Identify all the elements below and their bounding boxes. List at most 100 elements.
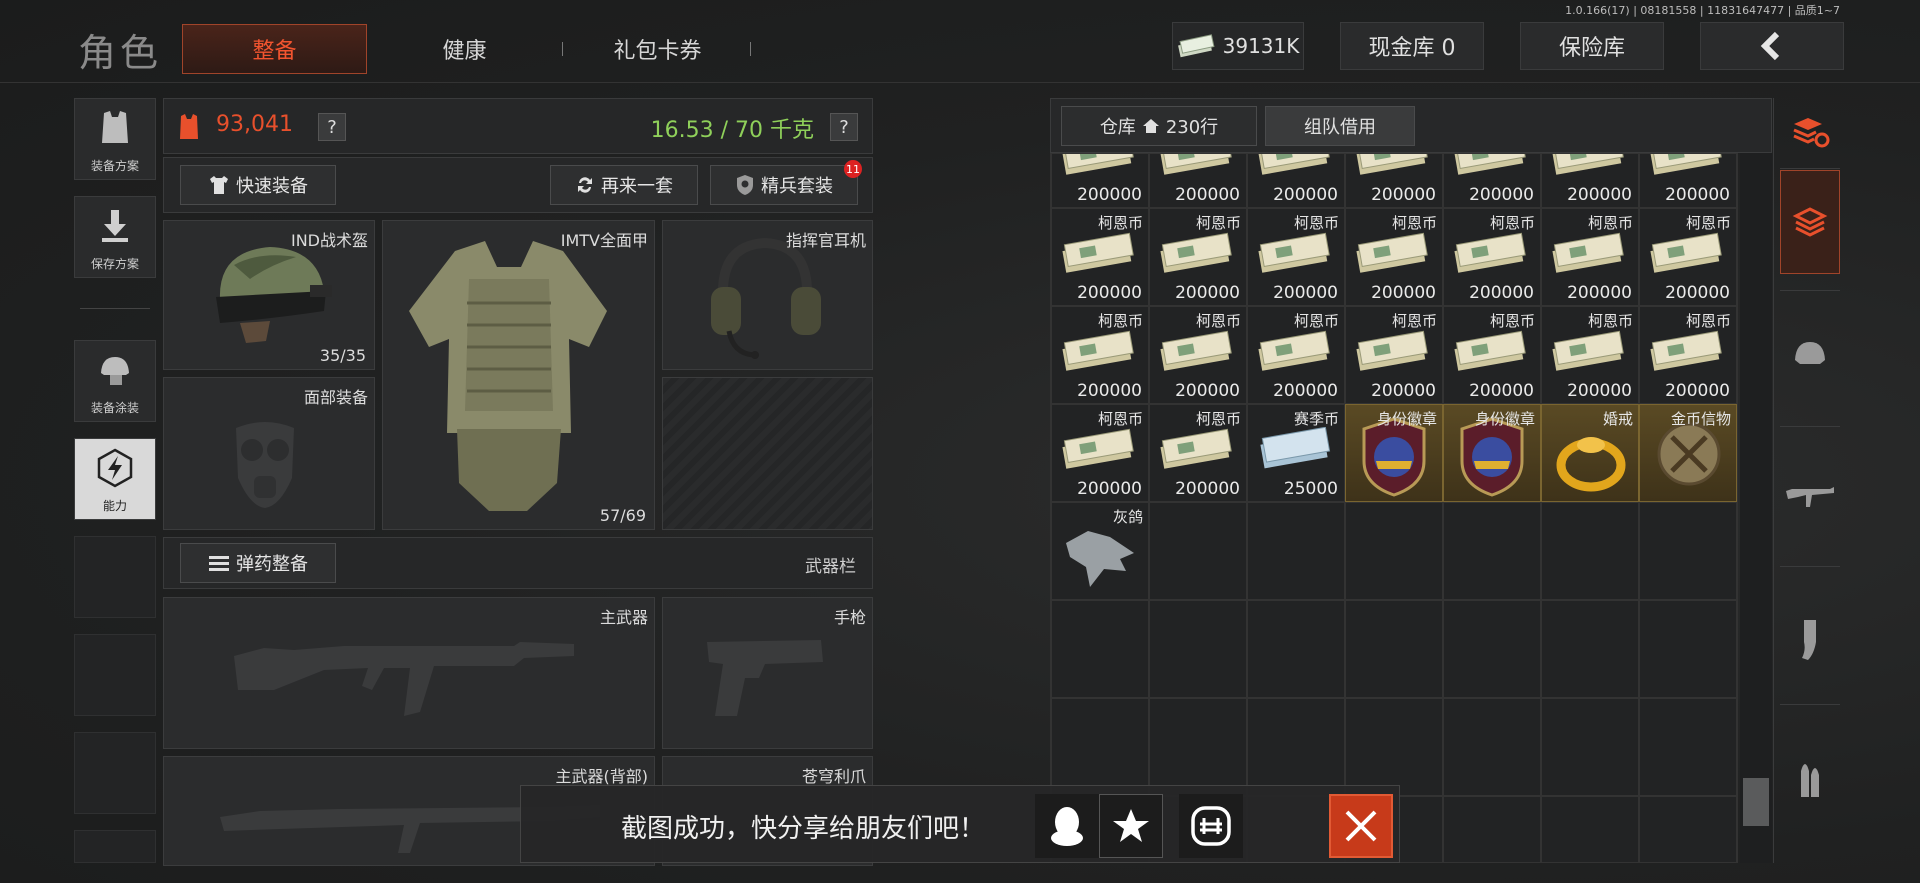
inventory-empty-cell[interactable] [1639, 698, 1737, 796]
back-button[interactable] [1700, 22, 1844, 70]
insurance-vault-button[interactable]: 保险库 [1520, 22, 1664, 70]
helmet-slot[interactable]: IND战术盔 35/35 [163, 220, 375, 370]
elite-set-button[interactable]: 精兵套装 [710, 165, 858, 205]
ability-label: 能力 [102, 499, 127, 513]
inventory-empty-cell[interactable] [1443, 796, 1541, 862]
inventory-empty-cell[interactable] [1051, 600, 1149, 698]
inventory-empty-cell[interactable] [1639, 796, 1737, 862]
inventory-empty-cell[interactable] [1541, 698, 1639, 796]
filter-equipment-button[interactable] [1780, 170, 1840, 274]
inventory-empty-cell[interactable] [1443, 502, 1541, 600]
primary-weapon-slot[interactable]: 主武器 [163, 597, 655, 749]
inventory-item-cash[interactable]: 柯恩币 200000 [1149, 404, 1247, 502]
inventory-item-cash[interactable]: 200000 [1639, 154, 1737, 208]
inventory-item-cash[interactable]: 柯恩币 200000 [1149, 306, 1247, 404]
inventory-item-cash[interactable]: 柯恩币 200000 [1443, 208, 1541, 306]
tab-gift-vouchers[interactable]: 礼包卡券 [565, 24, 750, 74]
ammo-refit-button[interactable]: 弹药整备 [180, 543, 336, 583]
team-borrow-tab[interactable]: 组队借用 [1265, 106, 1415, 146]
money-display[interactable]: 39131K [1172, 22, 1304, 70]
warehouse-tab[interactable]: 仓库 230行 [1061, 106, 1257, 146]
value-help-button[interactable]: ? [318, 113, 346, 141]
inventory-empty-cell[interactable] [1345, 600, 1443, 698]
inventory-empty-cell[interactable] [1247, 600, 1345, 698]
inventory-item-cash[interactable]: 柯恩币 200000 [1541, 306, 1639, 404]
share-wechat-button[interactable] [1179, 794, 1243, 858]
inventory-empty-cell[interactable] [1247, 502, 1345, 600]
item-count: 200000 [1567, 283, 1632, 303]
inventory-item-cash[interactable]: 200000 [1149, 154, 1247, 208]
inventory-empty-cell[interactable] [1247, 698, 1345, 796]
inventory-item-cash[interactable]: 200000 [1541, 154, 1639, 208]
inventory-item-cash[interactable]: 200000 [1247, 154, 1345, 208]
share-qq-button[interactable] [1035, 794, 1099, 858]
inventory-item-cash[interactable]: 柯恩币 200000 [1051, 306, 1149, 404]
inventory-item-cash[interactable]: 柯恩币 200000 [1247, 208, 1345, 306]
inventory-item-cash[interactable]: 柯恩币 200000 [1541, 208, 1639, 306]
screenshot-toast: 截图成功，快分享给朋友们吧！ [520, 785, 1400, 863]
save-plan-button[interactable]: 保存方案 [74, 196, 156, 278]
shield-star-icon [737, 175, 753, 195]
inventory-empty-cell[interactable] [1443, 698, 1541, 796]
inventory-empty-cell[interactable] [1149, 698, 1247, 796]
inventory-item-cash[interactable]: 柯恩币 200000 [1345, 306, 1443, 404]
pistol-slot[interactable]: 手枪 [662, 597, 873, 749]
filter-divider [1780, 168, 1840, 169]
helmet-durability: 35/35 [319, 346, 366, 365]
inventory-empty-cell[interactable] [1345, 502, 1443, 600]
inventory-item-id-badge[interactable]: 身份徽章 [1345, 404, 1443, 502]
inventory-empty-cell[interactable] [1541, 502, 1639, 600]
inventory-item-gold-token[interactable]: 金币信物 [1639, 404, 1737, 502]
inventory-empty-cell[interactable] [1149, 600, 1247, 698]
filter-ammo-button[interactable] [1780, 748, 1840, 808]
inventory-item-season-coin[interactable]: 赛季币 25000 [1247, 404, 1345, 502]
item-name: 柯恩币 [1195, 312, 1241, 330]
close-toast-button[interactable] [1329, 794, 1393, 858]
inventory-item-cash[interactable]: 柯恩币 200000 [1149, 208, 1247, 306]
inventory-item-cash[interactable]: 柯恩币 200000 [1051, 208, 1149, 306]
inventory-empty-cell[interactable] [1149, 502, 1247, 600]
inventory-empty-cell[interactable] [1541, 600, 1639, 698]
inventory-empty-cell[interactable] [1051, 698, 1149, 796]
inventory-empty-cell[interactable] [1639, 600, 1737, 698]
item-name: 赛季币 [1293, 410, 1339, 428]
weight-help-button[interactable]: ? [830, 113, 858, 141]
inventory-item-grey-pigeon[interactable]: 灰鸽 [1051, 502, 1149, 600]
inventory-empty-cell[interactable] [1443, 600, 1541, 698]
inventory-item-wedding-ring[interactable]: 婚戒 [1541, 404, 1639, 502]
ability-button[interactable]: 能力 [74, 438, 156, 520]
filter-weapon-button[interactable] [1780, 466, 1840, 526]
inventory-empty-cell[interactable] [1639, 502, 1737, 600]
inventory-scrollbar-thumb[interactable] [1743, 778, 1769, 826]
inventory-item-cash[interactable]: 柯恩币 200000 [1051, 404, 1149, 502]
loadout-plan-button[interactable]: 装备方案 [74, 98, 156, 180]
filter-magazine-button[interactable] [1780, 610, 1840, 670]
inventory-item-cash[interactable]: 200000 [1051, 154, 1149, 208]
filter-helmet-button[interactable] [1780, 324, 1840, 384]
tab-loadout[interactable]: 整备 [182, 24, 367, 74]
tab-health[interactable]: 健康 [372, 24, 557, 74]
inventory-item-id-badge[interactable]: 身份徽章 [1443, 404, 1541, 502]
item-count: 200000 [1665, 283, 1730, 303]
inventory-item-cash[interactable]: 200000 [1443, 154, 1541, 208]
inventory-item-cash[interactable]: 200000 [1345, 154, 1443, 208]
inventory-item-cash[interactable]: 柯恩币 200000 [1639, 306, 1737, 404]
inventory-empty-cell[interactable] [1345, 698, 1443, 796]
sidebar-divider [80, 308, 150, 309]
inventory-item-cash[interactable]: 柯恩币 200000 [1443, 306, 1541, 404]
inventory-empty-cell[interactable] [1541, 796, 1639, 862]
headset-slot[interactable]: 指挥官耳机 [662, 220, 873, 370]
share-qzone-button[interactable] [1099, 794, 1163, 858]
cash-vault-button[interactable]: 现金库 0 [1340, 22, 1484, 70]
filter-all-button[interactable] [1780, 102, 1840, 162]
repeat-set-button[interactable]: 再来一套 [550, 165, 698, 205]
equipment-skin-button[interactable]: 装备涂装 [74, 340, 156, 422]
quick-equip-button[interactable]: 快速装备 [180, 165, 336, 205]
inventory-item-cash[interactable]: 柯恩币 200000 [1345, 208, 1443, 306]
face-gear-slot[interactable]: 面部装备 [163, 377, 375, 530]
item-name: 婚戒 [1602, 410, 1633, 428]
body-armor-slot[interactable]: IMTV全面甲 57/69 [382, 220, 655, 530]
inventory-scrolltrack[interactable] [1740, 153, 1772, 863]
inventory-item-cash[interactable]: 柯恩币 200000 [1247, 306, 1345, 404]
inventory-item-cash[interactable]: 柯恩币 200000 [1639, 208, 1737, 306]
